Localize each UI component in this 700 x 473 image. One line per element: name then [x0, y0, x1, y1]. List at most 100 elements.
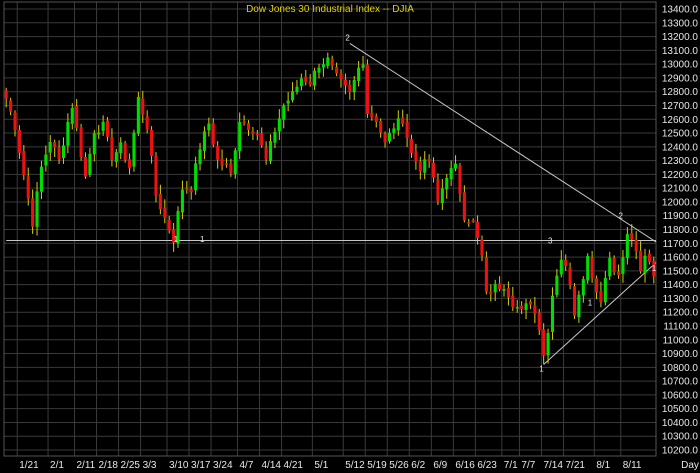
- candle-body: [409, 138, 414, 153]
- candle-body: [4, 90, 8, 99]
- candle-body: [639, 250, 643, 272]
- chart-title: Dow Jones 30 Industrial Index -- DJIA: [246, 4, 414, 15]
- x-tick-label: 2/18: [99, 460, 119, 471]
- y-tick-label: 11500.0: [663, 266, 699, 277]
- candle-body: [13, 112, 17, 130]
- candle-body: [352, 79, 356, 93]
- annotation-label: 3: [548, 236, 553, 245]
- candle-body: [92, 133, 96, 155]
- candle-body: [568, 267, 572, 286]
- y-tick-label: 11100.0: [663, 321, 698, 332]
- candle-body: [313, 70, 317, 86]
- candle-body: [462, 192, 466, 221]
- candle-body: [167, 219, 171, 231]
- candle-body: [467, 222, 471, 224]
- x-unit-label: Day: [681, 460, 699, 471]
- x-tick-label: 3/24: [213, 460, 233, 471]
- x-tick-label: 4/7: [239, 460, 253, 471]
- y-tick-label: 10200.0: [662, 446, 699, 457]
- candle-body: [61, 145, 66, 159]
- candle-body: [603, 277, 607, 303]
- y-tick-label: 12500.0: [662, 129, 699, 140]
- candle-body: [542, 329, 546, 356]
- candle-body: [524, 303, 528, 311]
- x-tick-label: 7/14: [543, 460, 563, 471]
- y-tick-label: 11200.0: [663, 308, 699, 319]
- candle-body: [577, 294, 581, 318]
- x-tick-label: 4/14: [262, 460, 282, 471]
- candle-body: [79, 127, 83, 158]
- y-tick-label: 13400.0: [662, 5, 699, 16]
- x-tick-label: 3/10: [169, 460, 189, 471]
- y-tick-label: 12000.0: [662, 197, 699, 208]
- candle-body: [39, 166, 43, 192]
- candle-body: [449, 168, 453, 180]
- candle-body: [599, 291, 603, 303]
- candle-body: [374, 116, 378, 122]
- candle-body: [559, 259, 563, 275]
- y-tick-label: 12900.0: [662, 73, 699, 84]
- x-tick-label: 6/2: [411, 460, 425, 471]
- candle-body: [255, 133, 259, 136]
- candle-body: [264, 147, 268, 160]
- candle-body: [493, 284, 497, 293]
- candle-body: [383, 133, 387, 143]
- annotation-label: 1: [652, 264, 657, 273]
- candle-body: [625, 234, 629, 259]
- y-tick-label: 11800.0: [663, 225, 699, 236]
- candle-body: [66, 122, 70, 146]
- x-tick-label: 2/25: [121, 460, 141, 471]
- candle-body: [647, 253, 651, 263]
- y-tick-label: 12300.0: [662, 156, 699, 167]
- candle-body: [189, 189, 193, 193]
- y-tick-label: 11300.0: [663, 294, 699, 305]
- candle-body: [511, 295, 515, 308]
- candle-body: [31, 198, 35, 227]
- candle-body: [436, 179, 440, 202]
- y-tick-label: 12100.0: [662, 184, 699, 195]
- candle-body: [260, 133, 264, 146]
- candle-body: [291, 91, 295, 101]
- y-tick-label: 13000.0: [662, 60, 699, 71]
- candle-body: [97, 132, 101, 135]
- candle-body: [75, 105, 79, 128]
- candle-body: [251, 130, 255, 134]
- candle-body: [370, 112, 374, 118]
- candle-body: [343, 79, 347, 86]
- candle-body: [401, 117, 405, 125]
- candle-body: [418, 161, 422, 172]
- candle-body: [299, 78, 303, 87]
- candle-body: [471, 220, 475, 222]
- candle-body: [608, 257, 612, 277]
- candle-body: [590, 257, 594, 279]
- candle-body: [198, 149, 202, 165]
- annotation-label: 1: [588, 298, 593, 307]
- candle-body: [480, 239, 484, 256]
- candle-body: [427, 158, 431, 162]
- candle-body: [246, 123, 251, 131]
- candle-body: [295, 86, 299, 92]
- candle-body: [502, 289, 506, 291]
- candle-body: [365, 64, 369, 115]
- candle-body: [317, 67, 321, 73]
- candle-body: [533, 305, 537, 314]
- candle-body: [273, 131, 277, 143]
- candle-body: [515, 307, 519, 309]
- candle-body: [489, 291, 493, 295]
- x-tick-label: 8/11: [623, 460, 642, 471]
- candle-body: [83, 156, 88, 177]
- candle-body: [207, 123, 211, 131]
- candle-body: [57, 147, 61, 160]
- candle-body: [445, 177, 449, 190]
- y-tick-label: 10600.0: [662, 390, 699, 401]
- y-tick-label: 11900.0: [663, 211, 699, 222]
- y-tick-label: 10700.0: [662, 377, 699, 388]
- candle-body: [119, 142, 123, 154]
- candle-body: [321, 64, 325, 68]
- candle-body: [233, 150, 237, 174]
- candle-body: [150, 129, 154, 156]
- x-tick-label: 3/3: [143, 460, 157, 471]
- candle-body: [586, 255, 590, 281]
- candle-body: [621, 257, 625, 275]
- y-tick-label: 13300.0: [662, 18, 699, 29]
